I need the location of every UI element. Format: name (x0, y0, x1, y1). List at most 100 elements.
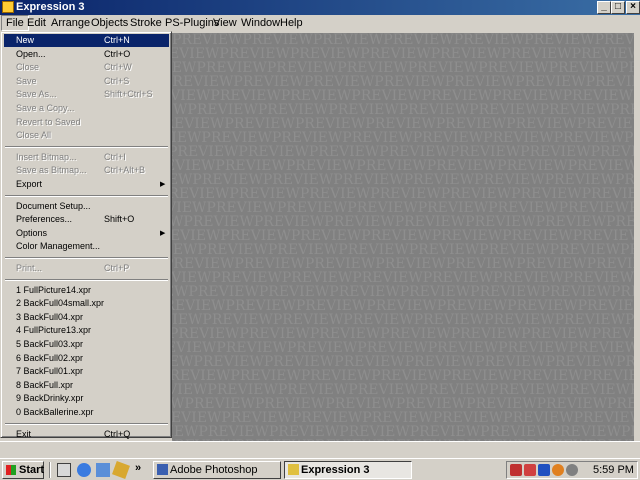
expression-icon (288, 464, 299, 475)
menu-item-label: 4 FullPicture13.xpr (16, 325, 92, 336)
maximize-icon: □ (614, 1, 622, 12)
photoshop-icon (157, 464, 168, 475)
title-bar[interactable]: Expression 3 _ □ × (0, 0, 640, 15)
file-menu-item-save: Save Ctrl+S (4, 75, 169, 88)
media-icon[interactable] (112, 461, 130, 479)
close-icon: × (630, 1, 636, 12)
file-menu-item-2-backfull04small-xpr[interactable]: 2 BackFull04small.xpr (4, 297, 169, 310)
file-menu-item-4-fullpicture13-xpr[interactable]: 4 FullPicture13.xpr (4, 324, 169, 337)
menu-edit[interactable]: Edit (23, 15, 50, 31)
menu-item-label: 9 BackDrinky.xpr (16, 393, 84, 404)
menu-item-shortcut: Ctrl+Alt+B (104, 165, 146, 176)
preview-watermark-row: PREVIEWPREVIEWPREVIEWPREVIEWPREVIEWPREVI… (172, 33, 634, 48)
maximize-button[interactable]: □ (611, 1, 625, 14)
preview-watermark-row: PREVIEWPREVIEWPREVIEWPREVIEWPREVIEWPREVI… (172, 102, 634, 118)
menu-item-shortcut: Ctrl+I (104, 151, 126, 162)
file-menu-item-6-backfull02-xpr[interactable]: 6 BackFull02.xpr (4, 352, 169, 365)
file-menu-item-5-backfull03-xpr[interactable]: 5 BackFull03.xpr (4, 338, 169, 351)
tray-app-icon[interactable] (566, 464, 578, 476)
file-menu-item-9-backdrinky-xpr[interactable]: 9 BackDrinky.xpr (4, 392, 169, 405)
file-menu-item-1-fullpicture14-xpr[interactable]: 1 FullPicture14.xpr (4, 284, 169, 297)
menu-item-shortcut: Ctrl+P (104, 263, 130, 273)
preview-watermark-row: PREVIEWPREVIEWPREVIEWPREVIEWPREVIEWPREVI… (172, 270, 634, 286)
preview-watermark-row: PREVIEWPREVIEWPREVIEWPREVIEWPREVIEWPREVI… (172, 354, 634, 370)
task-label: Expression 3 (301, 464, 370, 476)
windows-logo-icon (6, 465, 16, 475)
menu-help[interactable]: Help (276, 15, 307, 31)
preview-watermark-row: PREVIEWPREVIEWPREVIEWPREVIEWPREVIEWPREVI… (172, 410, 634, 426)
task-button-expression[interactable]: Expression 3 (284, 461, 412, 479)
preview-watermark-row: PREVIEWPREVIEWPREVIEWPREVIEWPREVIEWPREVI… (172, 424, 634, 440)
menu-view[interactable]: View (209, 15, 241, 31)
file-menu-item-new[interactable]: New Ctrl+N (4, 34, 169, 47)
menu-stroke[interactable]: Stroke (126, 15, 166, 31)
vertical-scrollbar[interactable] (634, 33, 640, 441)
submenu-arrow-icon: ▶ (160, 181, 166, 188)
task-label: Adobe Photoshop (170, 464, 258, 476)
file-menu-item-print: Print... Ctrl+P (4, 262, 169, 275)
preview-watermark-row: PREVIEWPREVIEWPREVIEWPREVIEWPREVIEWPREVI… (172, 228, 634, 244)
file-menu-item-close-all: Close All (4, 129, 169, 142)
horizontal-scrollbar[interactable] (0, 441, 640, 458)
file-menu-item-exit[interactable]: Exit Ctrl+Q (4, 428, 169, 441)
tray-app-icon[interactable] (538, 464, 550, 476)
outlook-express-icon[interactable] (96, 463, 110, 477)
file-menu-item-revert-to-saved: Revert to Saved (4, 116, 169, 129)
preview-watermark-row: PREVIEWPREVIEWPREVIEWPREVIEWPREVIEWPREVI… (172, 256, 634, 272)
minimize-button[interactable]: _ (597, 1, 611, 14)
file-menu-item-export[interactable]: Export ▶ (4, 178, 169, 191)
menu-separator (5, 145, 168, 148)
app-icon[interactable] (2, 1, 14, 13)
menu-item-label: 1 FullPicture14.xpr (16, 284, 92, 295)
file-menu-dropdown: New Ctrl+N Open... Ctrl+O Close Ctrl+W Save Ctr… (0, 31, 172, 441)
menu-item-label: Close All (16, 130, 52, 141)
menu-item-label: Color Management... (16, 241, 101, 252)
close-button[interactable]: × (626, 1, 640, 14)
menu-item-label: Export (16, 179, 43, 189)
preview-watermark-row: PREVIEWPREVIEWPREVIEWPREVIEWPREVIEWPREVI… (172, 144, 634, 160)
file-menu-item-preferences[interactable]: Preferences... Shift+O (4, 213, 169, 226)
preview-watermark-row: PREVIEWPREVIEWPREVIEWPREVIEWPREVIEWPREVI… (172, 186, 634, 202)
file-menu-item-8-backfull-xpr[interactable]: 8 BackFull.xpr (4, 379, 169, 392)
taskbar-divider (49, 462, 51, 478)
menu-item-label: 8 BackFull.xpr (16, 379, 74, 390)
menu-item-label: Preferences... (16, 214, 73, 225)
file-menu-item-close: Close Ctrl+W (4, 61, 169, 74)
task-button-photoshop[interactable]: Adobe Photoshop (153, 461, 281, 479)
show-desktop-icon[interactable] (57, 463, 71, 477)
preview-watermark-row: PREVIEWPREVIEWPREVIEWPREVIEWPREVIEWPREVI… (172, 396, 634, 412)
preview-watermark-row: PREVIEWPREVIEWPREVIEWPREVIEWPREVIEWPREVI… (172, 130, 634, 146)
start-button[interactable]: Start (2, 461, 44, 479)
menu-bar: File Edit Arrange Objects Stroke PS-Plug… (0, 15, 640, 31)
file-menu-item-document-setup[interactable]: Document Setup... (4, 200, 169, 213)
system-tray: 5:59 PM (506, 461, 638, 479)
menu-item-label: Save As... (16, 89, 57, 100)
preview-watermark-row: PREVIEWPREVIEWPREVIEWPREVIEWPREVIEWPREVI… (172, 368, 634, 384)
file-menu-item-options[interactable]: Options ▶ (4, 227, 169, 240)
preview-watermark-row: PREVIEWPREVIEWPREVIEWPREVIEWPREVIEWPREVI… (172, 312, 634, 328)
quick-launch-overflow[interactable]: » (135, 462, 141, 474)
file-menu-item-save-a-copy: Save a Copy... (4, 102, 169, 115)
tray-app-icon[interactable] (524, 464, 536, 476)
tray-app-icon[interactable] (552, 464, 564, 476)
preview-watermark-row: PREVIEWPREVIEWPREVIEWPREVIEWPREVIEWPREVI… (172, 242, 634, 258)
preview-watermark-row: PREVIEWPREVIEWPREVIEWPREVIEWPREVIEWPREVI… (172, 74, 634, 90)
tray-app-icon[interactable] (510, 464, 522, 476)
internet-explorer-icon[interactable] (77, 463, 91, 477)
menu-item-label: Revert to Saved (16, 116, 81, 127)
file-menu-item-color-management[interactable]: Color Management... (4, 240, 169, 253)
menu-item-label: Save as Bitmap... (16, 165, 87, 176)
file-menu-item-7-backfull01-xpr[interactable]: 7 BackFull01.xpr (4, 365, 169, 378)
menu-item-label: 5 BackFull03.xpr (16, 339, 84, 349)
file-menu-item-save-as: Save As... Shift+Ctrl+S (4, 88, 169, 101)
menu-item-label: New (16, 35, 35, 45)
menu-item-label: Print... (16, 263, 43, 273)
preview-watermark-row: PREVIEWPREVIEWPREVIEWPREVIEWPREVIEWPREVI… (172, 158, 634, 174)
preview-watermark-row: PREVIEWPREVIEWPREVIEWPREVIEWPREVIEWPREVI… (172, 284, 634, 300)
file-menu-item-3-backfull04-xpr[interactable]: 3 BackFull04.xpr (4, 311, 169, 324)
menu-item-label: 6 BackFull02.xpr (16, 352, 84, 363)
file-menu-item-open[interactable]: Open... Ctrl+O (4, 48, 169, 61)
file-menu-item-0-backballerine-xpr[interactable]: 0 BackBallerine.xpr (4, 406, 169, 419)
preview-watermark-row: PREVIEWPREVIEWPREVIEWPREVIEWPREVIEWPREVI… (172, 382, 634, 398)
preview-canvas[interactable]: PREVIEWPREVIEWPREVIEWPREVIEWPREVIEWPREVI… (172, 33, 634, 441)
